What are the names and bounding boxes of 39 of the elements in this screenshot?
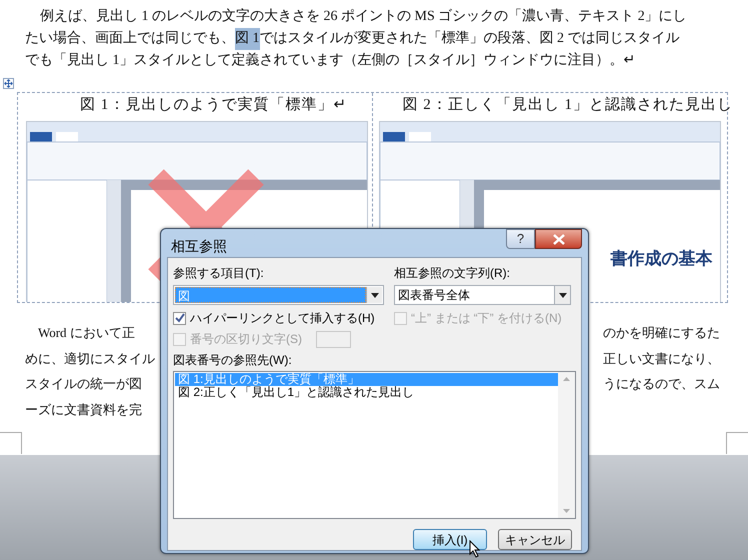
body-text: のかを明確にするた (603, 324, 720, 342)
dropdown-arrow-icon (370, 292, 378, 298)
mouse-cursor-icon (469, 540, 481, 558)
list-item[interactable]: 図 2:正しく「見出し1」と認識された見出し (175, 386, 558, 399)
dropdown-arrow-icon (558, 292, 566, 298)
separator-input[interactable] (316, 330, 351, 348)
body-text: 正しい文書になり、 (603, 350, 720, 368)
list-label: 図表番号の参照先(W): (173, 352, 293, 369)
body-text: スタイルの統一が図 (25, 375, 142, 393)
checkbox-label: “上” または “下” を付ける(N) (411, 310, 562, 327)
move-handle-icon[interactable] (3, 78, 14, 89)
figure-caption: 図 2：正しく「見出し 1」と認識された見出し (402, 96, 727, 115)
checkbox-label: 番号の区切り文字(S) (190, 331, 302, 348)
scrollbar[interactable] (558, 372, 575, 518)
dialog-button[interactable]: キャンセル (498, 529, 572, 550)
dialog-title: 相互参照 (170, 237, 227, 256)
close-button[interactable] (535, 229, 582, 249)
body-text: ーズに文書資料を完 (25, 400, 142, 418)
body-text: ではスタイルが変更された「標準」の段落、図 2 では同じスタイル (260, 29, 680, 48)
scroll-up-icon (563, 377, 570, 381)
field-label: 参照する項目(T): (173, 265, 265, 282)
scroll-down-icon (563, 509, 570, 513)
figure-caption: 図 1：見出しのようで実質「標準」↵ (79, 96, 348, 115)
document-heading: 書作成の基本 (610, 248, 712, 270)
body-text: めに、適切にスタイル (25, 350, 155, 368)
page-corner-mark (0, 432, 22, 454)
highlighted-text: 図 1 (235, 28, 260, 50)
body-text: うになるので、スム (603, 375, 720, 393)
checkbox-label: ハイパーリンクとして挿入する(H) (190, 310, 375, 327)
body-text: たい場合、画面上では同じでも、 (25, 30, 235, 48)
body-text: でも「見出し 1」スタイルとして定義されています（左側の［スタイル］ウィンドウに注目）。↵ (25, 51, 636, 70)
close-icon (552, 234, 564, 244)
field-label: 相互参照の文字列(R): (394, 265, 511, 282)
body-text: Word において正 (38, 324, 135, 342)
reference-text-dropdown[interactable]: 図表番号全体 (394, 285, 571, 305)
body-text: 例えば、見出し 1 のレベルの文字の大きさを 26 ポイントの MS ゴシックの「濃い青、テキスト 2」にし (40, 7, 687, 26)
help-button[interactable]: ? (506, 229, 535, 249)
page-corner-mark (726, 432, 748, 454)
checkbox[interactable] (173, 312, 186, 324)
